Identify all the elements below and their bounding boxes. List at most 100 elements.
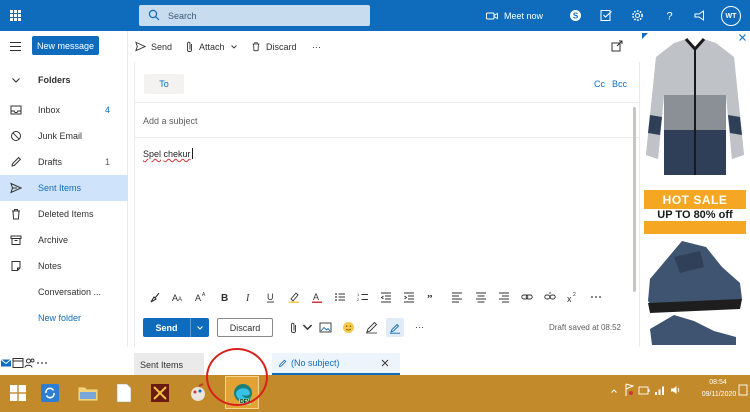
tab-no-subject[interactable]: (No subject) [272, 353, 400, 375]
mail-icon[interactable] [0, 357, 12, 369]
network-icon[interactable] [654, 384, 666, 396]
hamburger-menu-icon[interactable] [10, 42, 21, 51]
formatting-toolbar: AA AA B I U A 12 ” x2 [135, 283, 635, 311]
app-launcher-icon[interactable] [10, 10, 21, 21]
underline-icon[interactable]: U [265, 291, 277, 303]
hot-sale-banner[interactable]: HOT SALE UP TO 80% off [644, 190, 746, 234]
more-icon[interactable] [36, 357, 48, 369]
search-box[interactable] [139, 5, 370, 26]
start-button[interactable] [4, 377, 32, 408]
avatar[interactable]: WT [721, 6, 741, 26]
battery-icon[interactable] [638, 384, 650, 396]
todo-check-icon[interactable] [600, 9, 613, 22]
toolbar-discard-label: Discard [266, 41, 297, 52]
nav-item-inbox[interactable]: Inbox 4 [0, 97, 128, 123]
chevron-down-icon[interactable] [301, 321, 314, 334]
more-formatting-icon[interactable] [590, 291, 602, 303]
volume-icon[interactable] [670, 384, 682, 396]
unlink-icon[interactable] [544, 291, 556, 303]
search-input[interactable] [168, 8, 358, 23]
emoji-icon[interactable] [342, 321, 355, 334]
nav-item-sent[interactable]: Sent Items [0, 175, 128, 201]
ad-choices-icon[interactable] [642, 33, 648, 39]
svg-text:x: x [567, 294, 572, 303]
nav-new-folder-link[interactable]: New folder [0, 305, 128, 331]
attach-file-button[interactable] [287, 321, 300, 334]
document-icon [116, 383, 132, 402]
signature-icon[interactable] [365, 321, 378, 334]
send-options-dropdown[interactable] [190, 318, 209, 337]
calendar-icon[interactable] [12, 357, 24, 369]
sweater-ad-image[interactable] [644, 35, 746, 185]
trash-icon [12, 209, 20, 220]
cc-link[interactable]: Cc [594, 79, 605, 89]
message-body-editor[interactable]: Spel chekur [143, 148, 623, 278]
decrease-indent-icon[interactable] [380, 291, 392, 303]
close-icon[interactable] [381, 359, 389, 367]
increase-indent-icon[interactable] [403, 291, 415, 303]
toolbar-send-button[interactable]: Send [135, 40, 172, 53]
tab-sent-items[interactable]: Sent Items [134, 353, 204, 375]
toolbar-more-button[interactable]: ··· [312, 40, 321, 53]
numbering-icon[interactable]: 12 [357, 291, 369, 303]
new-message-button[interactable]: New message [32, 36, 99, 55]
font-size-icon[interactable]: AA [172, 291, 184, 303]
skype-icon[interactable]: S [569, 9, 582, 22]
nav-item-notes[interactable]: Notes [0, 253, 128, 279]
send-button[interactable]: Send [143, 318, 190, 337]
editor-assist-button[interactable] [386, 318, 404, 337]
align-center-icon[interactable] [475, 291, 487, 303]
close-ad-icon[interactable] [738, 33, 747, 42]
shoes-ad-image[interactable] [644, 237, 746, 347]
nav-item-deleted[interactable]: Deleted Items [0, 201, 128, 227]
taskbar-file-explorer[interactable] [74, 377, 102, 408]
more-actions-button[interactable]: ··· [413, 320, 426, 333]
superscript-size-icon[interactable]: AA [195, 291, 207, 303]
people-icon[interactable] [24, 357, 36, 369]
nav-item-conversation[interactable]: Conversation ... [0, 279, 128, 305]
taskbar-document-app[interactable] [112, 377, 136, 408]
send-icon [135, 41, 146, 52]
align-left-icon[interactable] [451, 291, 463, 303]
insert-picture-icon[interactable] [319, 321, 332, 334]
bold-icon[interactable]: B [219, 291, 231, 303]
font-color-icon[interactable]: A [311, 291, 323, 303]
nav-item-drafts[interactable]: Drafts 1 [0, 149, 128, 175]
toolbar-attach-label: Attach [199, 41, 225, 52]
link-icon[interactable] [521, 291, 533, 303]
search-icon [148, 9, 160, 21]
format-painter-icon[interactable] [149, 291, 161, 303]
align-right-icon[interactable] [498, 291, 510, 303]
ad-panel[interactable] [640, 31, 750, 347]
italic-icon[interactable]: I [242, 291, 254, 303]
pop-out-icon[interactable] [611, 40, 623, 52]
chevron-up-icon[interactable] [610, 387, 618, 395]
clock-time[interactable]: 08:54 [706, 379, 730, 386]
bullets-icon[interactable] [334, 291, 346, 303]
meet-now-button[interactable]: Meet now [486, 9, 543, 23]
help-icon[interactable]: ? [663, 9, 676, 23]
subject-row [135, 103, 639, 138]
taskbar-app-red[interactable] [148, 377, 172, 408]
quote-icon[interactable]: ” [426, 291, 438, 303]
block-icon [11, 131, 21, 141]
toolbar-discard-button[interactable]: Discard [251, 40, 297, 53]
to-button[interactable]: To [144, 74, 184, 94]
clock-date[interactable]: 09/11/2020 [697, 391, 741, 398]
gear-icon[interactable] [631, 9, 644, 22]
nav-folders-header[interactable]: Folders [0, 67, 128, 93]
subject-input[interactable] [143, 113, 583, 129]
taskbar-sync-app[interactable] [36, 377, 64, 408]
discard-button[interactable]: Discard [217, 318, 273, 337]
highlight-icon[interactable] [288, 291, 300, 303]
bcc-link[interactable]: Bcc [612, 79, 627, 89]
scrollbar-thumb[interactable] [633, 107, 636, 292]
superscript-icon[interactable]: x2 [567, 291, 579, 303]
megaphone-icon[interactable] [693, 9, 706, 22]
flag-icon[interactable] [624, 383, 634, 397]
nav-item-junk[interactable]: Junk Email [0, 123, 128, 149]
tab-no-subject-label: (No subject) [291, 358, 340, 368]
nav-item-label: New folder [38, 313, 82, 323]
nav-item-archive[interactable]: Archive [0, 227, 128, 253]
toolbar-attach-button[interactable]: Attach [185, 40, 238, 53]
